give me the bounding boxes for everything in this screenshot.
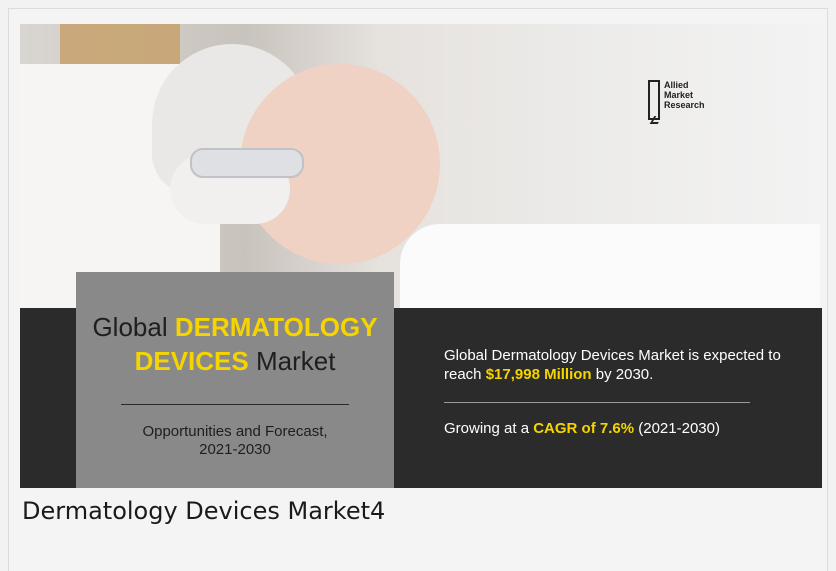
growth-prefix: Growing at a — [444, 420, 534, 437]
title-plain-1: Global — [92, 312, 175, 342]
growth-value: CAGR of 7.6% — [533, 420, 635, 437]
title-divider — [121, 404, 349, 405]
banner-title-line-2: DEVICES Market — [86, 344, 384, 378]
photo-device — [190, 148, 304, 178]
growth-statement: Growing at a CAGR of 7.6% (2021-2030) — [444, 419, 816, 438]
banner-subtitle: Opportunities and Forecast, 2021-2030 — [86, 423, 384, 459]
banner-photo — [20, 24, 822, 308]
logo-line-3: Research — [664, 100, 705, 110]
image-caption: Dermatology Devices Market4 — [22, 497, 386, 525]
logo-line-1: Allied — [664, 80, 689, 90]
logo-mark-icon — [648, 80, 660, 120]
title-highlight-2: DEVICES — [134, 346, 249, 376]
subtitle-line-2: 2021-2030 — [199, 441, 271, 458]
subtitle-line-1: Opportunities and Forecast, — [142, 423, 328, 440]
photo-pillow — [400, 224, 820, 308]
logo-line-2: Market — [664, 90, 694, 100]
market-size-suffix: by 2030. — [591, 366, 654, 383]
title-highlight-1: DERMATOLOGY — [174, 312, 378, 342]
market-stats: Global Dermatology Devices Market is exp… — [444, 346, 816, 438]
stats-divider — [444, 402, 750, 403]
market-size-statement: Global Dermatology Devices Market is exp… — [444, 346, 816, 384]
market-size-value: $17,998 Million — [485, 366, 592, 383]
growth-suffix: (2021-2030) — [634, 420, 720, 437]
title-plain-2: Market — [248, 346, 336, 376]
banner-title-line-1: Global DERMATOLOGY — [86, 310, 384, 344]
allied-market-research-logo: Allied Market Research — [648, 80, 728, 124]
market-banner-image: Allied Market Research Global DERMATOLOG… — [20, 24, 822, 488]
title-box: Global DERMATOLOGY DEVICES Market Opport… — [76, 272, 394, 488]
